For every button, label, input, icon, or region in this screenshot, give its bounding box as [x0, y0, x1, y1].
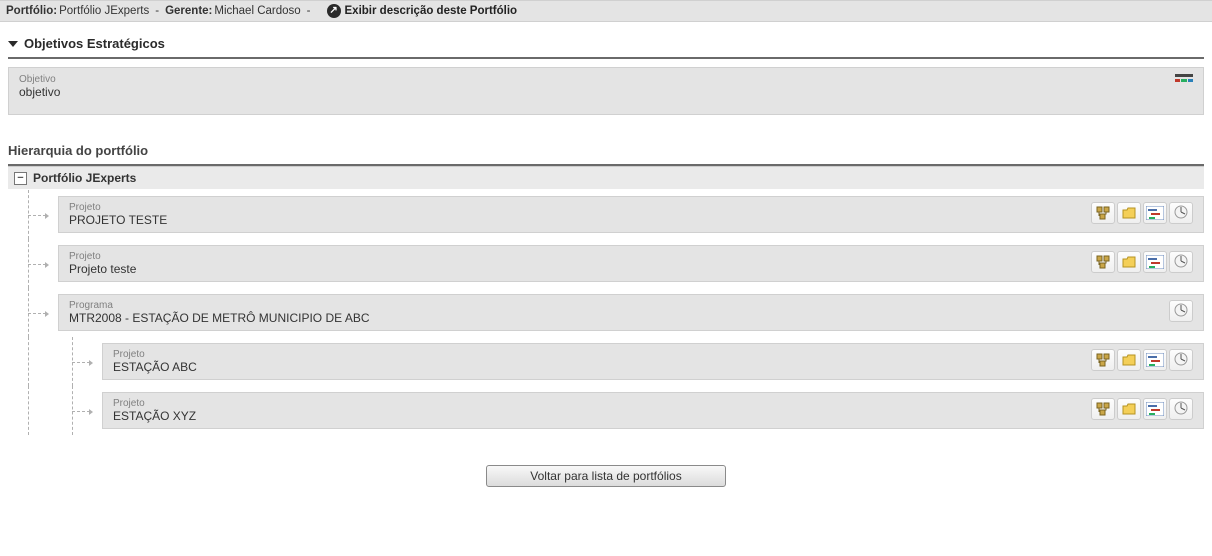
portfolio-label: Portfólio:	[6, 5, 57, 17]
objective-item: Objetivo objetivo	[8, 67, 1204, 115]
tree-node: ProjetoESTAÇÃO XYZ	[14, 386, 1204, 435]
sep: -	[155, 5, 159, 17]
progress-clock-icon-button[interactable]	[1169, 398, 1193, 420]
node-actions	[1091, 251, 1193, 273]
manager-name: Michael Cardoso	[214, 5, 300, 17]
gantt-chart-icon-button[interactable]	[1143, 202, 1167, 224]
portfolio-tree: − Portfólio JExperts ProjetoPROJETO TEST…	[8, 166, 1204, 435]
project-card[interactable]: ProjetoPROJETO TESTE	[58, 196, 1204, 233]
tree-connector	[14, 190, 58, 239]
gantt-chart-icon-button[interactable]	[1143, 349, 1167, 371]
project-card[interactable]: ProjetoProjeto teste	[58, 245, 1204, 282]
node-name: Projeto teste	[69, 262, 136, 276]
node-type-label: Projeto	[69, 202, 1091, 213]
gantt-chart-icon-button[interactable]	[1143, 398, 1167, 420]
node-name: PROJETO TESTE	[69, 213, 167, 227]
folder-open-icon-button[interactable]	[1117, 202, 1141, 224]
folder-open-icon-button[interactable]	[1117, 398, 1141, 420]
progress-clock-icon-button[interactable]	[1169, 251, 1193, 273]
node-actions	[1091, 202, 1193, 224]
node-actions	[1091, 398, 1193, 420]
hierarchy-icon	[1096, 255, 1110, 269]
progress-clock-icon-button[interactable]	[1169, 349, 1193, 371]
objectives-title-text: Objetivos Estratégicos	[24, 36, 165, 51]
hierarchy-icon-button[interactable]	[1091, 398, 1115, 420]
link-icon: ↗	[327, 4, 341, 18]
gantt-chart-icon	[1146, 206, 1164, 220]
node-type-label: Projeto	[113, 398, 1091, 409]
node-name: MTR2008 - ESTAÇÃO DE METRÔ MUNICIPIO DE …	[69, 311, 370, 325]
tree-connector	[14, 337, 102, 386]
footer: Voltar para lista de portfólios	[0, 435, 1212, 497]
sep: -	[307, 5, 311, 17]
objectives-section-title[interactable]: Objetivos Estratégicos	[0, 22, 1212, 57]
objective-type-label: Objetivo	[19, 74, 60, 85]
tree-connector	[14, 386, 102, 435]
folder-open-icon-button[interactable]	[1117, 349, 1141, 371]
tree-connector	[14, 239, 58, 288]
hierarchy-icon	[1096, 206, 1110, 220]
tree-root-label: Portfólio JExperts	[33, 171, 136, 185]
tree-node: ProjetoProjeto teste	[14, 239, 1204, 288]
portfolio-header: Portfólio: Portfólio JExperts - Gerente:…	[0, 0, 1212, 22]
tree-root-row[interactable]: − Portfólio JExperts	[8, 166, 1204, 190]
portfolio-name: Portfólio JExperts	[59, 5, 149, 17]
node-name: ESTAÇÃO XYZ	[113, 409, 196, 423]
node-type-label: Projeto	[113, 349, 1091, 360]
node-name: ESTAÇÃO ABC	[113, 360, 197, 374]
project-card[interactable]: ProjetoESTAÇÃO ABC	[102, 343, 1204, 380]
objective-value: objetivo	[19, 85, 60, 99]
back-to-portfolio-list-button[interactable]: Voltar para lista de portfólios	[486, 465, 726, 487]
tree-node: ProgramaMTR2008 - ESTAÇÃO DE METRÔ MUNIC…	[14, 288, 1204, 337]
gantt-chart-icon	[1146, 255, 1164, 269]
hierarchy-icon	[1096, 402, 1110, 416]
project-card[interactable]: ProjetoESTAÇÃO XYZ	[102, 392, 1204, 429]
node-actions	[1091, 349, 1193, 371]
folder-open-icon	[1122, 353, 1136, 367]
folder-open-icon	[1122, 402, 1136, 416]
progress-clock-icon	[1174, 205, 1188, 222]
node-actions	[1169, 300, 1193, 322]
hierarchy-icon-button[interactable]	[1091, 349, 1115, 371]
tree-body: ProjetoPROJETO TESTEProjetoProjeto teste…	[8, 190, 1204, 435]
progress-clock-icon	[1174, 352, 1188, 369]
manager-label: Gerente:	[165, 5, 212, 17]
bsc-indicator-icon[interactable]	[1175, 74, 1193, 88]
tree-node: ProjetoESTAÇÃO ABC	[14, 337, 1204, 386]
progress-clock-icon	[1174, 254, 1188, 271]
program-card[interactable]: ProgramaMTR2008 - ESTAÇÃO DE METRÔ MUNIC…	[58, 294, 1204, 331]
folder-open-icon	[1122, 206, 1136, 220]
section-divider	[8, 57, 1204, 59]
folder-open-icon	[1122, 255, 1136, 269]
show-description-label: Exibir descrição deste Portfólio	[345, 5, 518, 17]
tree-connector	[14, 288, 58, 337]
collapse-icon[interactable]: −	[14, 172, 27, 185]
folder-open-icon-button[interactable]	[1117, 251, 1141, 273]
gantt-chart-icon	[1146, 353, 1164, 367]
node-type-label: Programa	[69, 300, 1169, 311]
hierarchy-title: Hierarquia do portfólio	[0, 123, 1212, 164]
show-description-button[interactable]: ↗ Exibir descrição deste Portfólio	[327, 4, 518, 18]
progress-clock-icon-button[interactable]	[1169, 300, 1193, 322]
tree-node: ProjetoPROJETO TESTE	[14, 190, 1204, 239]
node-type-label: Projeto	[69, 251, 1091, 262]
gantt-chart-icon-button[interactable]	[1143, 251, 1167, 273]
collapse-triangle-icon	[8, 41, 18, 47]
hierarchy-icon	[1096, 353, 1110, 367]
progress-clock-icon	[1174, 303, 1188, 320]
progress-clock-icon-button[interactable]	[1169, 202, 1193, 224]
hierarchy-icon-button[interactable]	[1091, 202, 1115, 224]
gantt-chart-icon	[1146, 402, 1164, 416]
progress-clock-icon	[1174, 401, 1188, 418]
hierarchy-icon-button[interactable]	[1091, 251, 1115, 273]
